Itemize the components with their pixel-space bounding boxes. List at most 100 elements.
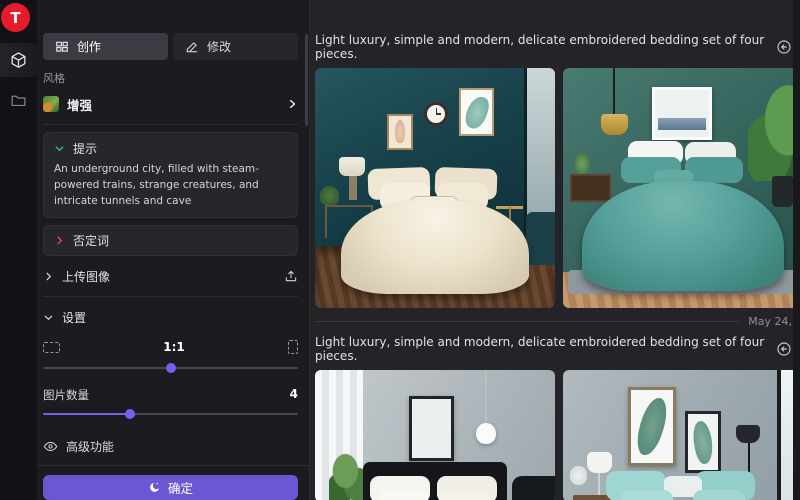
settings-header[interactable]: 设置 (43, 306, 298, 328)
group-prompt-row: Light luxury, simple and modern, delicat… (315, 340, 792, 358)
vase-flowers (570, 466, 587, 485)
group-prompt-text: Light luxury, simple and modern, delicat… (315, 33, 767, 61)
landscape-icon (43, 342, 60, 353)
tab-modify-label: 修改 (207, 38, 231, 55)
group-prompt-text: Light luxury, simple and modern, delicat… (315, 335, 767, 363)
table-lamp (587, 452, 612, 474)
generated-image[interactable] (563, 68, 800, 308)
tab-create-label: 创作 (77, 38, 101, 55)
advanced-label: 高级功能 (66, 438, 114, 455)
style-thumbnail (43, 96, 59, 112)
main-scrollbar-track[interactable] (793, 0, 800, 500)
prompt-header[interactable]: 提示 (54, 140, 287, 157)
group-prompt-row: Light luxury, simple and modern, delicat… (315, 38, 792, 56)
divider (43, 296, 298, 297)
prompt-card: 提示 An underground city, filled with stea… (43, 132, 298, 218)
bedroom-scene-gray (315, 370, 555, 500)
confirm-button[interactable]: 确定 (43, 475, 298, 500)
bedroom-scene-cream (315, 68, 555, 308)
chevron-right-icon (54, 235, 65, 246)
sidebar-item-folder[interactable] (0, 83, 37, 117)
edit-icon (185, 40, 199, 54)
pillow (685, 157, 743, 183)
aspect-ratio-slider[interactable] (43, 362, 298, 374)
reuse-prompt-icon[interactable] (776, 39, 792, 55)
upload-icon[interactable] (284, 269, 298, 283)
bedroom-scene-aqua (563, 370, 800, 500)
wall-art-seascape (652, 87, 712, 140)
chair (512, 476, 555, 500)
nav-rail: T (0, 0, 37, 500)
cube-icon (9, 51, 28, 70)
sidebar-item-models[interactable] (0, 43, 37, 77)
generation-panel: 创作 修改 风格 增强 提示 An underground city, fill… (37, 0, 310, 500)
plant (320, 186, 339, 205)
avatar-logo[interactable]: T (1, 3, 30, 32)
lamp-base (349, 176, 357, 200)
prompt-label: 提示 (73, 140, 97, 157)
small-plant (575, 154, 589, 173)
style-value: 增强 (67, 95, 278, 114)
confirm-label: 确定 (168, 478, 193, 497)
wall-art-leaf (628, 387, 676, 466)
table-lamp (339, 157, 365, 176)
reuse-prompt-icon[interactable] (776, 341, 792, 357)
image-group-1 (315, 68, 792, 308)
settings-label: 设置 (62, 309, 86, 326)
pendant-lamp (476, 423, 496, 445)
image-count-slider[interactable] (43, 408, 298, 420)
nightstand (570, 174, 611, 203)
chevron-right-icon (43, 271, 54, 282)
lamp-stand (598, 473, 600, 495)
plant-pot (772, 176, 794, 207)
negative-card[interactable]: 否定词 (43, 225, 298, 256)
slider-thumb[interactable] (125, 409, 135, 419)
divider (43, 124, 298, 125)
date-divider: May 24, (315, 311, 792, 331)
eye-icon (43, 439, 58, 454)
pendant-lamp (601, 114, 627, 136)
image-count-label: 图片数量 (43, 387, 89, 403)
mode-tabs: 创作 修改 (43, 33, 298, 60)
wall-art-feather (387, 114, 413, 150)
generated-image[interactable] (563, 370, 800, 500)
pillow (621, 490, 674, 500)
date-label: May 24, (748, 315, 792, 328)
moon-icon (148, 481, 161, 494)
upload-row[interactable]: 上传图像 (43, 265, 298, 287)
tab-create[interactable]: 创作 (43, 33, 168, 60)
wall-art (409, 396, 455, 461)
generated-image[interactable] (315, 370, 555, 500)
armchair (526, 212, 555, 265)
generated-image[interactable] (315, 68, 555, 308)
folder-icon (10, 92, 27, 109)
style-selector[interactable]: 增强 (43, 93, 298, 115)
slider-thumb[interactable] (166, 363, 176, 373)
duvet (582, 181, 784, 291)
divider (37, 465, 309, 466)
image-count-row: 图片数量 4 (43, 387, 298, 403)
wall-art-leaf (459, 88, 494, 136)
pillow (693, 490, 746, 500)
pillow (380, 490, 428, 500)
pendant-cord (485, 370, 487, 423)
advanced-row[interactable]: 高级功能 (43, 436, 298, 456)
negative-label: 否定词 (73, 232, 109, 249)
chevron-down-icon (43, 312, 54, 323)
grid-icon (55, 40, 69, 54)
wall-clock (424, 102, 448, 126)
duvet (341, 200, 528, 294)
aspect-ratio-row: 1:1 (43, 337, 298, 357)
pillow (440, 490, 488, 500)
tab-modify[interactable]: 修改 (173, 33, 298, 60)
panel-scrollbar[interactable] (305, 34, 308, 126)
prompt-input[interactable]: An underground city, filled with steam-p… (54, 162, 287, 209)
chevron-right-icon (286, 98, 298, 110)
floor-lamp-shade (736, 425, 760, 443)
upload-label: 上传图像 (62, 268, 110, 285)
aspect-ratio-value: 1:1 (60, 340, 288, 354)
nightstand (573, 495, 611, 500)
style-label: 风格 (43, 70, 298, 86)
divider-line (315, 321, 739, 322)
wall-art-leaf (685, 411, 721, 473)
